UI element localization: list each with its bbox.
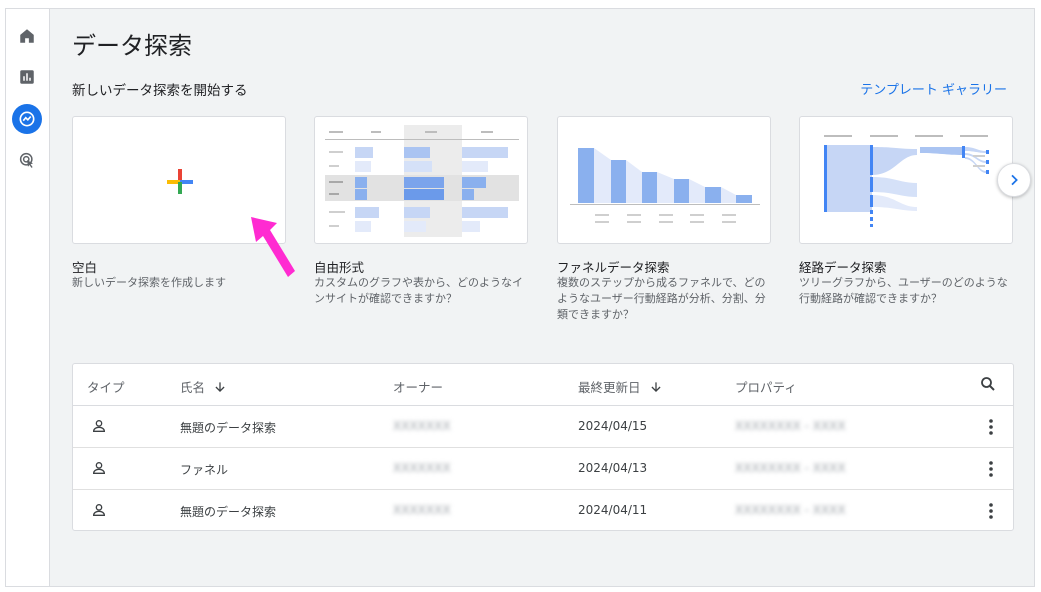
row-name[interactable]: 無題のデータ探索: [180, 419, 276, 436]
nav-rail: [6, 9, 50, 586]
row-name[interactable]: 無題のデータ探索: [180, 503, 276, 520]
template-gallery-link[interactable]: テンプレート ギャラリー: [860, 79, 1007, 98]
main-content: データ探索 新しいデータ探索を開始する テンプレート ギャラリー 空白 新しいデ…: [51, 9, 1034, 586]
row-updated: 2024/04/13: [578, 461, 648, 475]
person-icon: [92, 420, 106, 432]
card-desc-free-form: カスタムのグラフや表から、どのようなインサイトが確認できますか？: [314, 276, 523, 305]
free-form-thumbnail: [325, 125, 519, 237]
annotation-arrow-icon: [251, 217, 295, 277]
path-exploration-card[interactable]: [799, 116, 1013, 244]
card-title-free-form: 自由形式: [314, 260, 365, 275]
chevron-right-icon: [1011, 174, 1018, 186]
table-search-button[interactable]: [979, 375, 997, 393]
header-updated-label: 最終更新日: [578, 380, 641, 395]
reports-nav-button[interactable]: [12, 62, 42, 92]
more-vert-icon: [989, 503, 993, 519]
page-title: データ探索: [72, 32, 192, 60]
table-row[interactable]: 無題のデータ探索 XXXXXXX 2024/04/15 XXXXXXXX - X…: [73, 406, 1013, 448]
row-name[interactable]: ファネル: [180, 461, 228, 478]
free-form-card[interactable]: [314, 116, 528, 244]
arrow-down-icon: [215, 381, 225, 392]
row-owner: XXXXXXX: [393, 461, 451, 475]
explorations-table: タイプ 氏名 オーナー 最終更新日 プロパティ 無題のデータ探索 XXXXXXX…: [72, 363, 1014, 531]
row-owner: XXXXXXX: [393, 503, 451, 517]
header-owner-label: オーナー: [393, 380, 444, 395]
person-icon: [92, 504, 106, 516]
row-owner: XXXXXXX: [393, 419, 451, 433]
home-nav-button[interactable]: [12, 21, 42, 51]
path-thumbnail: [824, 135, 989, 227]
table-row[interactable]: 無題のデータ探索 XXXXXXX 2024/04/11 XXXXXXXX - X…: [73, 490, 1013, 532]
arrow-down-icon: [650, 381, 661, 392]
table-row[interactable]: ファネル XXXXXXX 2024/04/13 XXXXXXXX - XXXX: [73, 448, 1013, 490]
card-title-path: 経路データ探索: [799, 260, 887, 275]
card-desc-funnel: 複数のステップから成るファネルで、どのようなユーザー行動経路が分析、分割、分類で…: [557, 276, 766, 321]
row-property: XXXXXXXX - XXXX: [735, 419, 846, 433]
card-desc-path: ツリーグラフから、ユーザーのどのような行動経路が確認できますか？: [799, 276, 1008, 305]
explore-nav-button[interactable]: [12, 104, 42, 134]
row-menu-button[interactable]: [981, 500, 1001, 522]
search-icon: [981, 377, 995, 391]
header-updated[interactable]: 最終更新日: [578, 377, 663, 396]
row-property: XXXXXXXX - XXXX: [735, 503, 846, 517]
funnel-thumbnail: [570, 148, 760, 223]
table-header: タイプ 氏名 オーナー 最終更新日 プロパティ: [73, 364, 1013, 406]
row-property: XXXXXXXX - XXXX: [735, 461, 846, 475]
home-icon: [20, 29, 34, 43]
person-icon: [92, 462, 106, 474]
header-property-label: プロパティ: [735, 380, 797, 395]
row-menu-button[interactable]: [981, 416, 1001, 438]
more-vert-icon: [989, 461, 993, 477]
header-owner[interactable]: オーナー: [393, 377, 443, 396]
row-menu-button[interactable]: [981, 458, 1001, 480]
advertising-icon: [19, 152, 33, 168]
next-templates-button[interactable]: [997, 163, 1031, 197]
card-title-funnel: ファネルデータ探索: [557, 260, 670, 275]
header-type-label: タイプ: [87, 380, 125, 395]
header-type: タイプ: [87, 377, 125, 396]
explore-icon: [19, 111, 35, 127]
funnel-exploration-card[interactable]: [557, 116, 771, 244]
section-title: 新しいデータ探索を開始する: [72, 83, 248, 99]
advertising-nav-button[interactable]: [12, 145, 42, 175]
header-name[interactable]: 氏名: [180, 377, 227, 396]
more-vert-icon: [989, 419, 993, 435]
reports-icon: [20, 70, 34, 84]
header-name-label: 氏名: [180, 380, 206, 395]
app-frame: データ探索 新しいデータ探索を開始する テンプレート ギャラリー 空白 新しいデ…: [5, 8, 1035, 587]
row-updated: 2024/04/15: [578, 419, 648, 433]
row-updated: 2024/04/11: [578, 503, 648, 517]
header-property[interactable]: プロパティ: [735, 377, 797, 396]
